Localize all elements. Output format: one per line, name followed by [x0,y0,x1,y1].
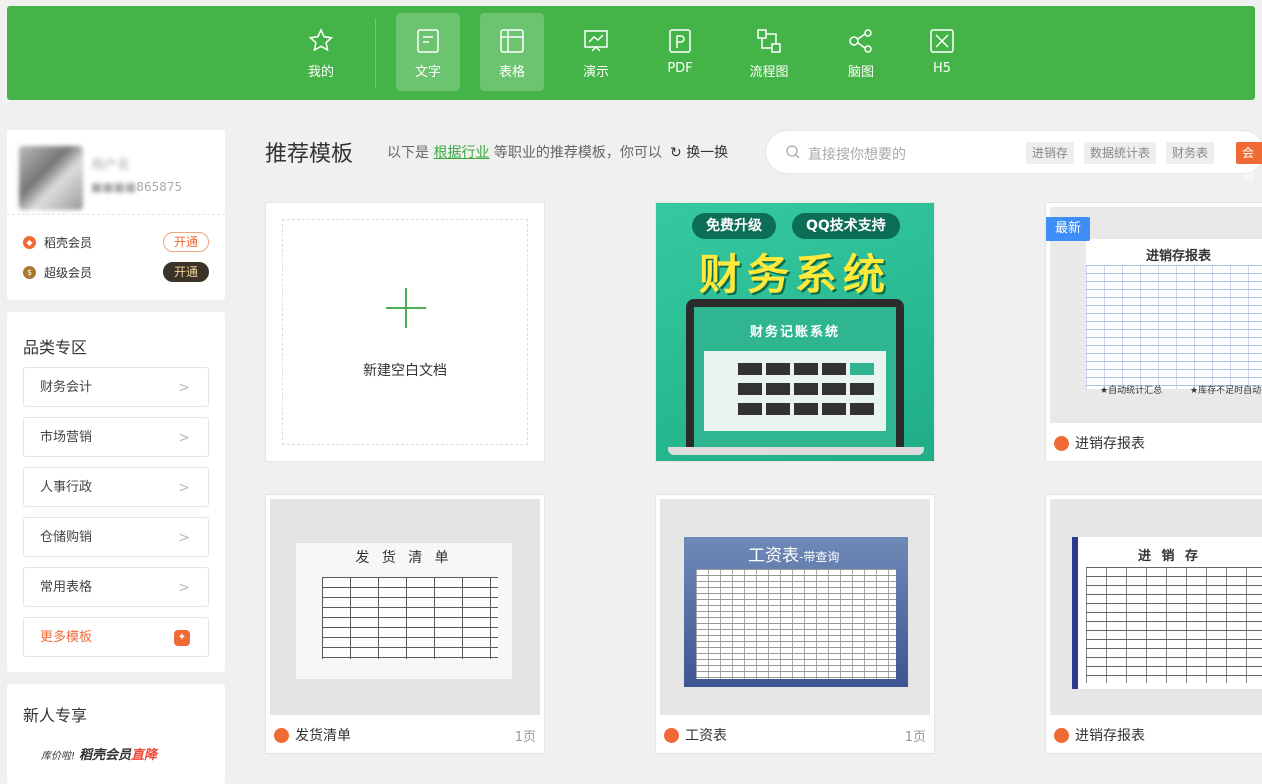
member-super: $ 超级会员 [23,264,92,281]
screen-title: 财务记账系统 [749,325,840,340]
template-card-inventory-top[interactable]: 最新 进销存报表 ★自动统计汇总 ★库存不足时自动高 进销存报表 [1045,202,1262,462]
search-tag-inventory[interactable]: 进销存 [1026,142,1075,164]
sheet-title: 发 货 清 单 [355,550,453,566]
new-blank-doc-label: 新建空白文档 [363,363,447,379]
qq-support-pill: QQ技术支持 [792,213,900,239]
toolbar-item-pdf[interactable]: PDF [648,13,712,91]
category-item-warehouse[interactable]: 仓储购销 > [23,517,209,557]
new-blank-document-card[interactable]: 新建空白文档 [265,202,545,462]
toolbar-item-table[interactable]: 表格 [480,13,544,91]
new-user-banner[interactable]: 库价啦! 稻壳会员直降 [41,744,157,763]
user-name: 用户名 [91,158,131,173]
h5-icon [930,29,954,53]
flowchart-icon [757,29,781,53]
chevron-right-icon: > [178,580,190,596]
docer-logo-icon [664,727,679,743]
sheet-preview: 进 销 存 [1072,537,1262,689]
top-toolbar: 我的 文字 表格 演示 PDF 流程图 脑图 H5 [7,6,1255,100]
new-badge: 最新 [1046,217,1090,241]
docer-logo-icon [1054,435,1069,451]
toolbar-item-h5[interactable]: H5 [910,13,974,91]
super-member-icon: $ [23,266,36,279]
search-placeholder: 直接搜你想要的 [808,147,906,163]
laptop-illustration: 财务记账系统 [686,299,904,447]
chevron-right-icon: > [178,530,190,546]
screen-panel [704,351,886,431]
blank-doc-area: 新建空白文档 [282,219,528,445]
search-tag-stats[interactable]: 数据统计表 [1084,142,1157,164]
chevron-right-icon: > [178,430,190,446]
search-tag-finance[interactable]: 财务表 [1166,142,1215,164]
toolbar-item-mindmap[interactable]: 脑图 [829,13,893,91]
template-thumbnail: 发 货 清 单 [270,499,540,715]
toolbar-separator [375,18,376,88]
sheet-title: 进 销 存 [1138,549,1202,564]
docer-logo-icon [274,727,289,743]
plus-icon [386,288,426,328]
chevron-right-icon: > [178,480,190,496]
toolbar-item-presentation[interactable]: 演示 [564,13,628,91]
laptop-base [668,447,924,455]
sheet-preview: 进销存报表 [1086,239,1262,389]
more-templates-button[interactable]: 更多模板 ✦ [23,617,209,657]
docer-logo-icon [1054,727,1069,743]
sheet-note-right: ★库存不足时自动高 [1190,386,1262,396]
sheet-preview: 工资表-带查询 [684,537,908,687]
user-card-divider [7,214,225,215]
user-id: ■■■■865875 [91,180,183,194]
table-icon [500,29,524,53]
refresh-icon: ↻ [670,145,682,161]
category-item-common-tables[interactable]: 常用表格 > [23,567,209,607]
category-title: 品类专区 [23,338,88,357]
free-upgrade-pill: 免费升级 [692,213,776,239]
toolbar-item-flowchart[interactable]: 流程图 [737,13,801,91]
category-item-hr[interactable]: 人事行政 > [23,467,209,507]
template-thumbnail: 进 销 存 [1050,499,1262,715]
sheet-title: 工资表-带查询 [748,546,840,566]
docer-logo-icon: ✦ [174,630,190,646]
toolbar-item-text[interactable]: 文字 [396,13,460,91]
open-docer-member-button[interactable]: 开通 [163,232,209,252]
finance-headline: 财务系统 [698,250,891,299]
refresh-button[interactable]: ↻ 换一换 [670,142,728,162]
chevron-right-icon: > [178,380,190,396]
new-user-title: 新人专享 [23,706,88,725]
search-tag-member[interactable]: 会员 [1236,142,1262,182]
template-thumbnail: 工资表-带查询 [660,499,930,715]
open-super-member-button[interactable]: 开通 [163,262,209,282]
template-footer: 发货清单 1页 [274,725,536,745]
template-card-inventory-bottom[interactable]: 进 销 存 进销存报表 [1045,494,1262,754]
sheet-note-left: ★自动统计汇总 [1100,386,1163,396]
category-item-finance[interactable]: 财务会计 > [23,367,209,407]
template-footer: 进销存报表 [1054,433,1262,453]
avatar[interactable] [19,146,83,210]
finance-system-banner[interactable]: 免费升级 QQ技术支持 财务系统 财务记账系统 [655,202,935,462]
template-footer: 进销存报表 [1054,725,1262,745]
laptop-screen: 财务记账系统 [694,307,896,447]
category-panel: 品类专区 财务会计 > 市场营销 > 人事行政 > 仓储购销 > 常用表格 > 更多模板 ✦ [7,312,225,672]
docer-member-icon: ◆ [23,236,36,249]
star-icon [308,28,334,52]
search-box[interactable]: 直接搜你想要的 进销存 数据统计表 财务表 会员 [765,130,1262,182]
member-docer: ◆ 稻壳会员 [23,234,92,251]
new-user-panel: 新人专享 库价啦! 稻壳会员直降 [7,684,225,784]
search-icon [786,145,800,159]
user-card: 用户名 ■■■■865875 ◆ 稻壳会员 开通 $ 超级会员 开通 [7,130,225,300]
template-footer: 工资表 1页 [664,725,926,745]
template-card-salary[interactable]: 工资表-带查询 工资表 1页 [655,494,935,754]
document-icon [417,29,439,53]
category-item-marketing[interactable]: 市场营销 > [23,417,209,457]
pdf-icon [669,29,691,53]
sheet-title: 进销存报表 [1146,249,1212,264]
toolbar-item-mine[interactable]: 我的 [289,13,353,91]
presentation-icon [584,30,608,52]
recommend-subtitle: 以下是 根据行业 等职业的推荐模板，你可以 [387,145,662,161]
industry-link[interactable]: 根据行业 [433,145,489,161]
mindmap-icon [849,29,872,53]
sheet-preview: 发 货 清 单 [296,543,512,679]
template-card-delivery-list[interactable]: 发 货 清 单 发货清单 1页 [265,494,545,754]
recommend-title: 推荐模板 [265,142,354,167]
